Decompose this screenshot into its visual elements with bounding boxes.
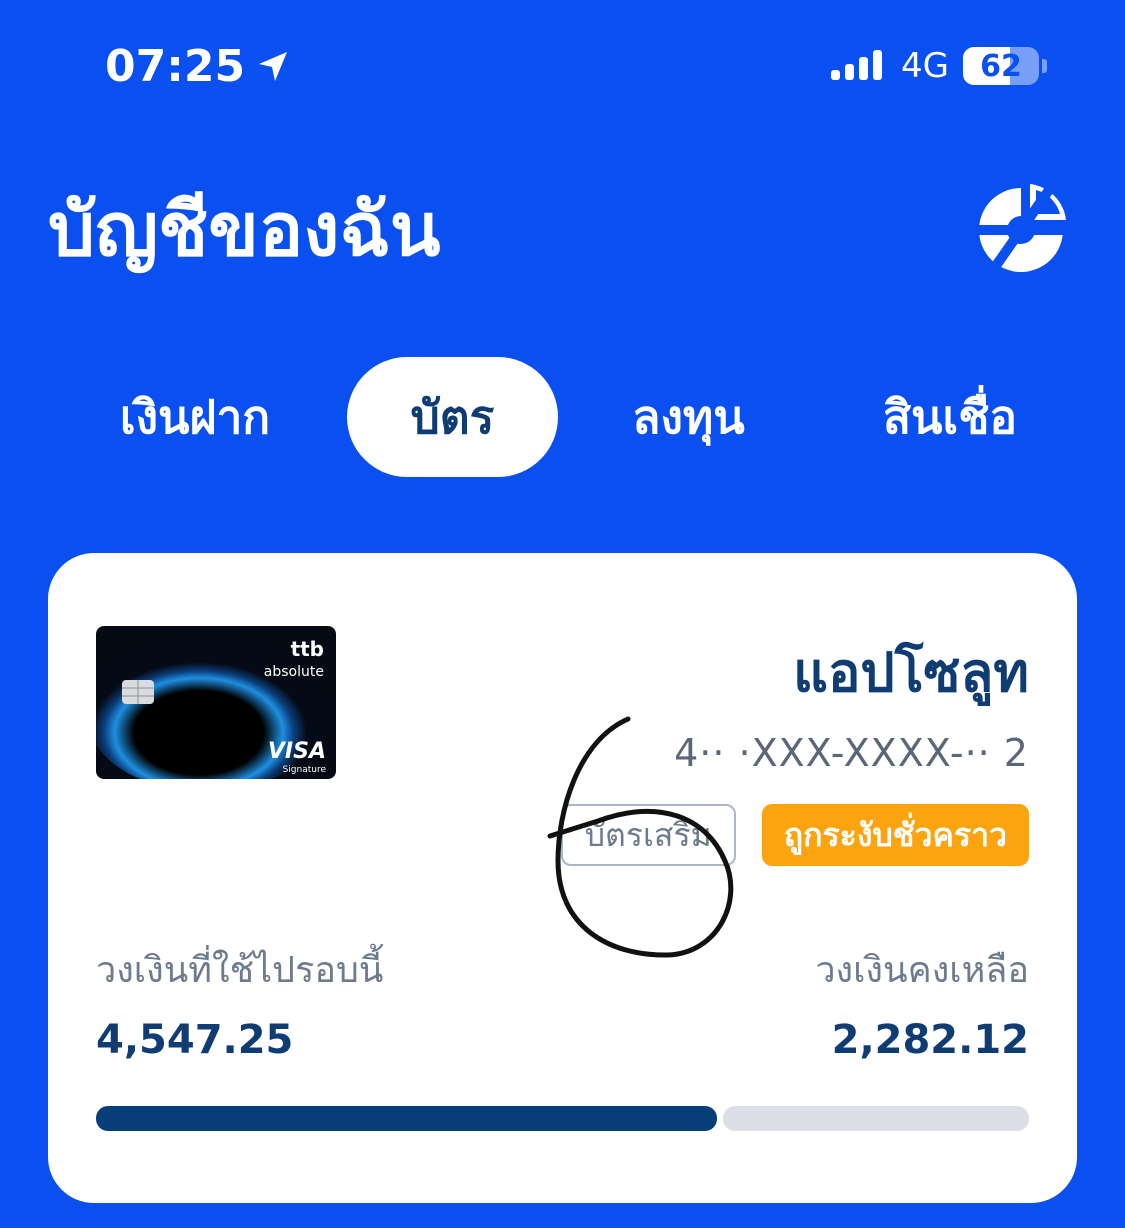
card-name[interactable]: แอปโซลูท	[793, 638, 1029, 708]
remaining-limit-value: 2,282.12	[831, 1017, 1029, 1063]
tab-deposit[interactable]: เงินฝาก	[95, 357, 295, 477]
used-limit-value: 4,547.25	[96, 1017, 294, 1063]
battery-tip	[1042, 59, 1047, 73]
card-number: 4·· ·XXX-XXXX-·· 2	[674, 731, 1029, 775]
card-art: ttb absolute VISA Signature	[96, 626, 336, 779]
pie-chart-icon	[976, 182, 1070, 272]
portfolio-button[interactable]	[976, 180, 1070, 274]
location-arrow-icon	[259, 52, 288, 81]
battery-percent: 62	[980, 48, 1022, 84]
suspended-status-badge: ถูกระงับชั่วคราว	[761, 804, 1029, 866]
progress-used	[96, 1106, 717, 1131]
card-product: absolute	[264, 664, 324, 680]
card-network-tier: Signature	[283, 765, 327, 775]
status-indicators: 4G 62	[829, 44, 1047, 88]
credit-usage-progress-bar	[96, 1106, 1029, 1131]
time-text: 07:25	[105, 41, 246, 92]
network-type: 4G	[901, 46, 949, 86]
battery-icon: 62	[963, 47, 1047, 85]
status-time: 07:25	[105, 40, 291, 94]
tab-loan[interactable]: สินเชื่อ	[860, 357, 1040, 477]
page-title: บัญชีของฉัน	[48, 187, 441, 273]
progress-remaining	[723, 1106, 1029, 1131]
card-image[interactable]: ttb absolute VISA Signature	[96, 626, 336, 779]
signal-strength-icon	[831, 50, 883, 80]
supplementary-card-badge: บัตรเสริม	[560, 804, 736, 866]
used-limit-label: วงเงินที่ใช้ไปรอบนี้	[96, 950, 384, 991]
badge-row: บัตรเสริม ถูกระงับชั่วคราว	[560, 804, 1029, 866]
tab-invest[interactable]: ลงทุน	[606, 357, 771, 477]
card-network: VISA	[268, 739, 326, 764]
remaining-limit-label: วงเงินคงเหลือ	[815, 950, 1029, 991]
card-brand: ttb	[291, 637, 324, 661]
credit-card-panel[interactable]: ttb absolute VISA Signature แอปโซลูท 4··…	[48, 553, 1077, 1203]
tab-card[interactable]: บัตร	[347, 357, 558, 477]
